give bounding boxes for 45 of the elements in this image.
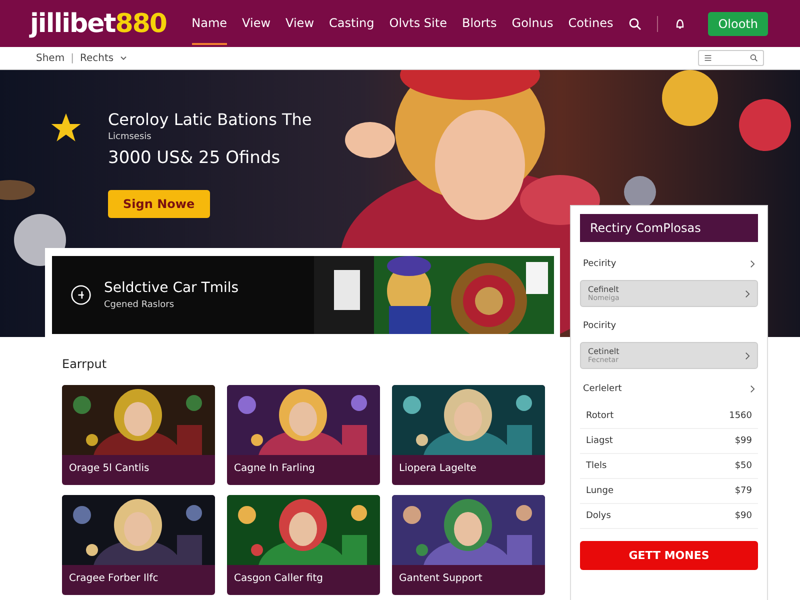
row-label: Lunge [586,486,614,496]
game-card[interactable]: Cagne In Farling [227,385,380,485]
section-title: Earrput [62,357,108,371]
breadcrumb-separator: | [70,52,74,64]
row-label: Rotort [586,411,614,421]
logo[interactable]: jillibet880 [30,8,167,38]
game-card[interactable]: Gantent Support [392,495,545,595]
row-value: $90 [734,511,752,521]
cta-button[interactable]: GETT MONES [580,541,758,570]
row-value: $79 [734,486,752,496]
caret-icon[interactable] [120,56,127,60]
list-icon [704,54,712,62]
nav-link[interactable]: View [286,2,314,44]
search-icon[interactable] [750,54,758,62]
game-card[interactable]: Cragee Forber Ilfc [62,495,215,595]
row-value: 1560 [729,411,752,421]
panel-link[interactable]: Cerlelert [580,373,758,404]
row-label: Dolys [586,511,611,521]
breadcrumb-link[interactable]: Shem [36,52,65,64]
game-title: Liopera Lagelte [398,462,478,476]
row-value: $99 [734,436,752,446]
nav-link[interactable]: View [242,2,271,44]
row-label: Tlels [586,461,607,471]
row-label: Liagst [586,436,613,446]
option-label: Cetinelt [588,347,620,356]
chevron-icon [745,352,750,360]
game-title: Casgon Caller fitg [233,572,324,586]
game-card[interactable]: Casgon Caller fitg [227,495,380,595]
game-title: Cragee Forber Ilfc [68,572,160,586]
game-card[interactable]: Orage 5l Cantlis [62,385,215,485]
game-title: Cagne In Farling [233,462,316,476]
row-value: $50 [734,461,752,471]
game-title: Gantent Support [398,572,484,586]
game-title: Orage 5l Cantlis [68,462,150,476]
nav-link[interactable]: Cotines [568,2,614,44]
dropdown-link[interactable]: Rechts [80,52,114,64]
search-field[interactable] [698,50,764,66]
game-card[interactable]: Liopera Lagelte [392,385,545,485]
search-icon[interactable] [628,16,642,30]
nav-link[interactable]: Golnus [512,2,554,44]
nav-link[interactable]: Blorts [462,2,497,44]
nav-link[interactable]: Casting [329,2,374,44]
chevron-icon [750,384,755,392]
nav-link[interactable]: Name [192,2,228,44]
nav-link[interactable]: Olvts Site [389,2,447,44]
